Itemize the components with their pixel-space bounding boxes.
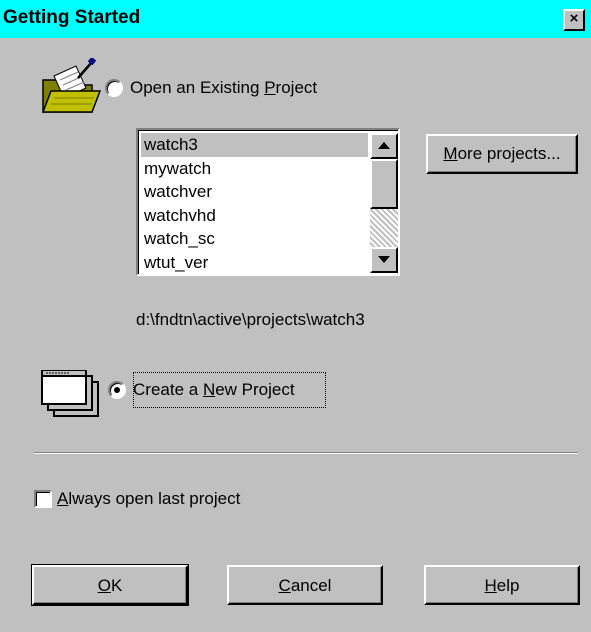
scroll-up-button[interactable] — [370, 133, 398, 159]
list-item[interactable]: watchvhd — [141, 204, 368, 228]
always-open-last-label[interactable]: Always open last project — [57, 489, 240, 509]
project-listbox[interactable]: watch3 mywatch watchver watchvhd watch_s… — [136, 128, 400, 276]
ok-button[interactable]: OK — [31, 564, 189, 606]
window-title: Getting Started — [3, 7, 141, 28]
project-list: watch3 mywatch watchver watchvhd watch_s… — [141, 133, 368, 275]
project-path: d:\fndtn\active\projects\watch3 — [136, 310, 365, 329]
more-projects-button[interactable]: More projects... — [426, 134, 578, 174]
cancel-button[interactable]: Cancel — [227, 565, 383, 605]
new-project-icon — [41, 370, 99, 417]
title-bar: Getting Started × — [0, 0, 591, 38]
list-item[interactable]: watch_sc — [141, 227, 368, 251]
open-existing-radio[interactable] — [105, 79, 123, 97]
open-existing-label[interactable]: Open an Existing Project — [130, 78, 317, 98]
arrow-down-icon — [378, 256, 390, 263]
close-icon: × — [569, 10, 579, 27]
separator — [34, 452, 578, 454]
list-item[interactable]: mywatch — [141, 157, 368, 181]
list-item[interactable]: watchver — [141, 180, 368, 204]
vertical-scrollbar[interactable] — [370, 133, 398, 273]
always-open-last-checkbox[interactable] — [34, 490, 52, 508]
list-item[interactable]: watch3 — [141, 133, 368, 157]
radio-selected-dot — [114, 387, 120, 393]
scroll-down-button[interactable] — [370, 247, 398, 273]
arrow-up-icon — [378, 142, 390, 149]
scroll-thumb[interactable] — [370, 159, 398, 209]
list-item[interactable]: wtut_ver — [141, 251, 368, 275]
open-folder-icon — [41, 58, 102, 113]
create-new-label[interactable]: Create a New Project — [133, 380, 295, 400]
create-new-radio[interactable] — [108, 381, 126, 399]
scroll-track[interactable] — [370, 209, 398, 247]
close-button[interactable]: × — [563, 9, 585, 31]
help-button[interactable]: Help — [424, 565, 580, 605]
